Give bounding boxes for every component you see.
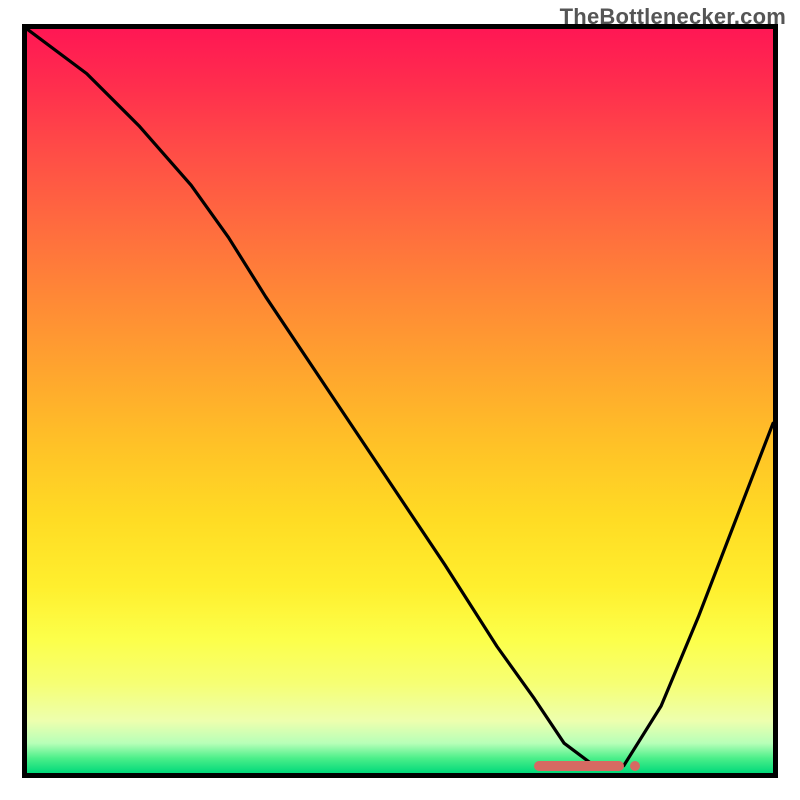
curve-path — [27, 29, 773, 766]
plot-frame — [22, 24, 778, 778]
bottleneck-curve — [27, 29, 773, 773]
optimal-range-marker — [534, 761, 624, 771]
chart-container: TheBottlenecker.com — [0, 0, 800, 800]
